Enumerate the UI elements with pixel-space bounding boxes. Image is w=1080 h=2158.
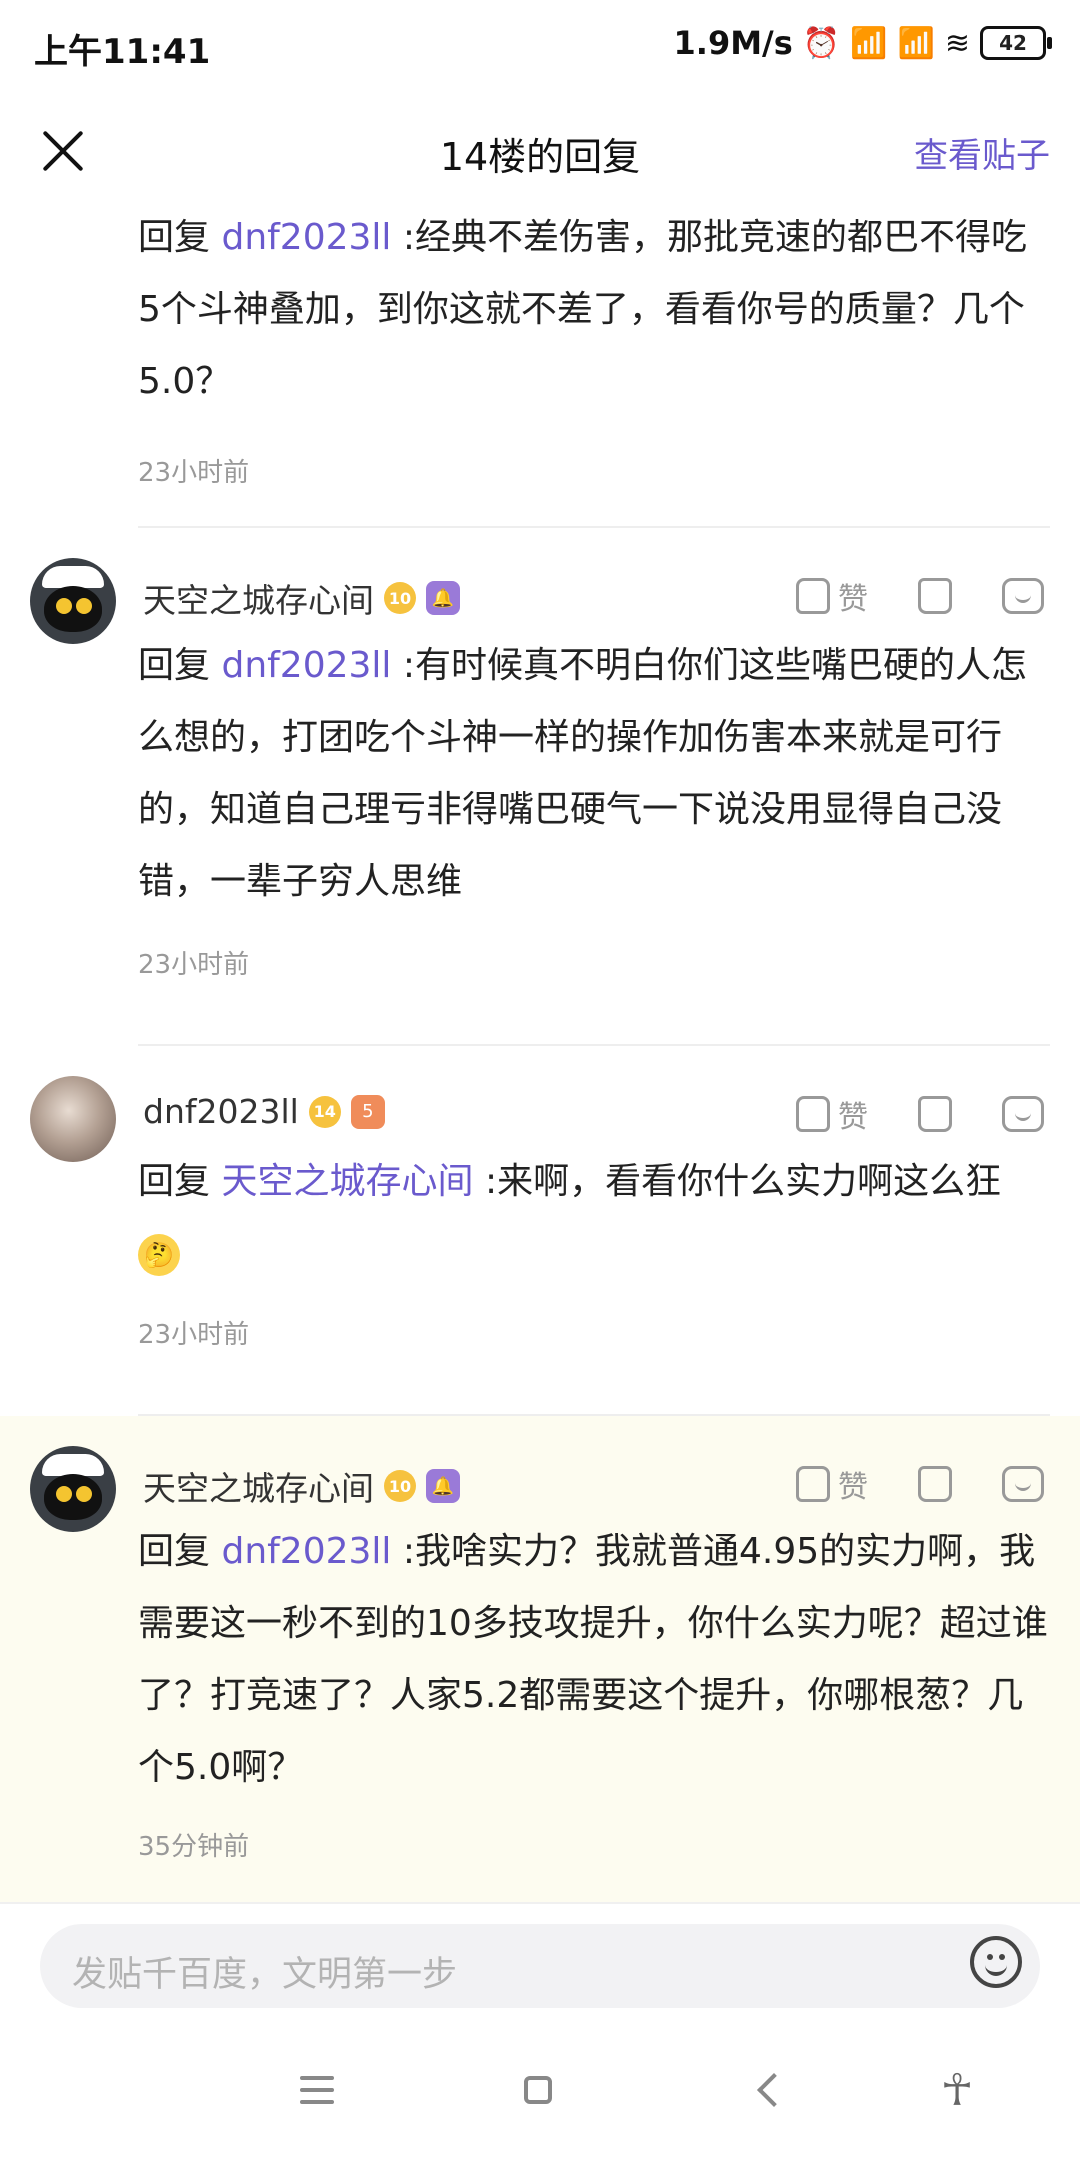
reply-prefix: 回复 [138,217,211,258]
thinking-emoji-icon: 🤔 [138,1234,180,1276]
reply-actions: 赞 [796,1092,1044,1136]
battery-icon: 42 [980,26,1052,60]
username-row: 天空之城存心间 10 🔔 [143,1462,460,1510]
reply-body: 回复 天空之城存心间 :来啊，看看你什么实力啊这么狂 🤔 [138,1146,1048,1290]
level-badge: 10 [384,1470,416,1502]
level-badge: 10 [384,582,416,614]
thumbs-up-icon [796,1096,830,1132]
mention-link[interactable]: dnf2023ll [221,217,391,258]
reply-input[interactable]: 发贴千百度，文明第一步 [40,1924,1040,2008]
comment-button[interactable] [1002,1096,1044,1132]
reply-prefix: 回复 [138,645,211,686]
like-label: 赞 [838,1470,868,1505]
bell-badge-icon: 🔔 [426,581,460,615]
dislike-button[interactable] [918,1096,952,1132]
avatar[interactable] [30,1446,116,1532]
thumbs-down-icon [918,1466,952,1502]
like-button[interactable]: 赞 [796,1092,868,1136]
like-button[interactable]: 赞 [796,574,868,618]
mention-link[interactable]: dnf2023ll [221,645,391,686]
reply-prefix: 回复 [138,1161,211,1202]
username[interactable]: 天空之城存心间 [143,574,374,622]
divider [138,526,1050,528]
reply-body: 回复 dnf2023ll :经典不差伤害，那批竞速的都巴不得吃5个斗神叠加，到你… [138,202,1048,418]
username-row: 天空之城存心间 10 🔔 [143,574,460,622]
thumbs-down-icon [918,1096,952,1132]
accessibility-icon[interactable]: ☥ [934,2068,980,2114]
thumbs-up-icon [796,578,830,614]
username[interactable]: 天空之城存心间 [143,1462,374,1510]
reply-time: 23小时前 [138,950,250,980]
reply-item: 天空之城存心间 10 🔔 赞 回复 dnf2023ll :有时候真不明白你们这些… [0,530,1080,1046]
view-post-button[interactable]: 查看贴子 [914,128,1050,177]
network-speed: 1.9M/s [673,24,793,62]
bell-badge-icon: 🔔 [426,1469,460,1503]
status-icons: 1.9M/s ⏰ 📶 📶 ≋ 42 [673,24,1052,62]
like-label: 赞 [838,582,868,617]
reply-time: 35分钟前 [138,1832,250,1862]
reply-list: 回复 dnf2023ll :经典不差伤害，那批竞速的都巴不得吃5个斗神叠加，到你… [0,206,1080,1906]
dislike-button[interactable] [918,1466,952,1502]
input-placeholder: 发贴千百度，文明第一步 [72,1955,458,1995]
thumbs-down-icon [918,578,952,614]
reply-time: 23小时前 [138,1320,250,1350]
reply-item: 回复 dnf2023ll :经典不差伤害，那批竞速的都巴不得吃5个斗神叠加，到你… [0,206,1080,530]
thumbs-up-icon [796,1466,830,1502]
back-icon[interactable] [746,2068,792,2114]
comment-icon [1002,1096,1044,1132]
menu-icon[interactable] [294,2068,340,2114]
system-nav-bar: ☥ [0,2024,1080,2158]
mention-link[interactable]: 天空之城存心间 [221,1161,473,1202]
like-label: 赞 [838,1100,868,1135]
comment-button[interactable] [1002,578,1044,614]
hd-signal-icon: 📶 [897,25,935,61]
hd-signal-icon: 📶 [850,25,888,61]
status-bar: 上午11:41 1.9M/s ⏰ 📶 📶 ≋ 42 [0,0,1080,96]
reply-item-highlighted: 天空之城存心间 10 🔔 赞 回复 dnf2023ll :我啥实力？我就普通4.… [0,1416,1080,1906]
dislike-button[interactable] [918,578,952,614]
alarm-icon: ⏰ [802,25,841,61]
like-button[interactable]: 赞 [796,1462,868,1506]
status-time: 上午11:41 [34,32,211,72]
mention-link[interactable]: dnf2023ll [221,1531,391,1572]
reply-body: 回复 dnf2023ll :有时候真不明白你们这些嘴巴硬的人怎么想的，打团吃个斗… [138,630,1048,918]
reply-actions: 赞 [796,574,1044,618]
reply-actions: 赞 [796,1462,1044,1506]
wifi-icon: ≋ [944,25,970,61]
page-header: 14楼的回复 查看贴子 [0,96,1080,206]
avatar[interactable] [30,1076,116,1162]
emoji-picker-icon[interactable] [970,1936,1022,1988]
comment-button[interactable] [1002,1466,1044,1502]
comment-icon [1002,578,1044,614]
reply-time: 23小时前 [138,458,250,488]
comment-icon [1002,1466,1044,1502]
reply-body: 回复 dnf2023ll :我啥实力？我就普通4.95的实力啊，我需要这一秒不到… [138,1516,1048,1804]
avatar[interactable] [30,558,116,644]
reply-text: :来啊，看看你什么实力啊这么狂 [484,1161,1002,1202]
home-icon[interactable] [516,2068,562,2114]
username-row: dnf2023ll 14 5 [143,1092,385,1131]
gamepad-badge-icon: 5 [350,1094,385,1129]
level-badge: 14 [308,1095,341,1128]
reply-item: dnf2023ll 14 5 赞 回复 天空之城存心间 :来啊，看看你什么实力啊… [0,1046,1080,1416]
reply-input-bar: 发贴千百度，文明第一步 [0,1902,1080,2026]
reply-prefix: 回复 [138,1531,211,1572]
username[interactable]: dnf2023ll [143,1092,299,1131]
battery-level: 42 [999,31,1027,55]
